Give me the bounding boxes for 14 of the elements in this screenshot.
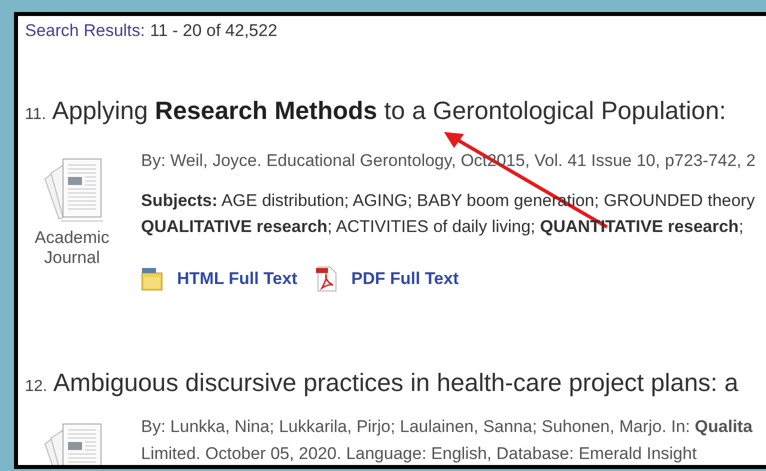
pdf-document-icon [315, 266, 338, 292]
citation-line: Limited. October 05, 2020. Language: English, Database: Emerald Insight [141, 443, 698, 465]
result-title[interactable]: Applying Research Methods to a Gerontological Population: [52, 96, 726, 126]
results-range: 11 - 20 of 42,522 [150, 20, 278, 42]
result-number: 11. [25, 105, 46, 125]
result-title[interactable]: Ambiguous discursive practices in health-care project plans: a [53, 368, 738, 398]
document-type: Academic Journal [34, 228, 110, 268]
full-text-link[interactable]: PDF Full Text [351, 269, 459, 289]
subjects-line: QUALITATIVE research; ACTIVITIES of daily living; QUANTITATIVE research; [141, 216, 744, 238]
result-number: 12. [25, 377, 48, 397]
citation-line: By: Lunkka, Nina; Lukkarila, Pirjo; Laulainen, Sanna; Suhonen, Marjo. In: Qualita [141, 416, 752, 438]
html-document-icon [141, 267, 163, 291]
full-text-link[interactable]: HTML Full Text [177, 269, 298, 289]
results-label: Search Results: [25, 20, 145, 42]
